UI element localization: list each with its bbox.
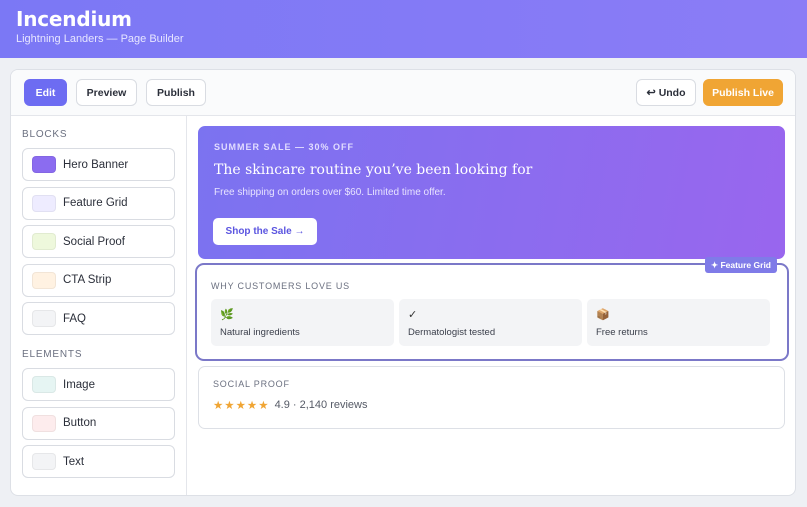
element-item-text[interactable]: Text — [22, 445, 175, 478]
sidebar: BLOCKS Hero Banner Feature Grid Social Pro… — [11, 116, 187, 495]
block-swatch-icon — [32, 414, 56, 432]
hero-subtitle: Free shipping on orders over $60. Limite… — [214, 187, 446, 198]
block-item-social-proof[interactable]: Social Proof — [22, 225, 175, 258]
hero-eyebrow: SUMMER SALE — 30% OFF — [214, 142, 355, 152]
builder-panel: Edit Preview Publish ↩ Undo Publish Live… — [10, 69, 796, 496]
block-swatch-icon — [32, 271, 56, 289]
block-item-cta-strip[interactable]: CTA Strip — [22, 263, 175, 297]
package-icon: 📦 — [596, 309, 610, 321]
elements-list: Image Button Text — [22, 368, 175, 478]
feature-card-label: Free returns — [596, 327, 648, 338]
hero-banner-block[interactable]: SUMMER SALE — 30% OFF The skincare routi… — [198, 126, 785, 259]
shop-sale-button[interactable]: Shop the Sale → — [213, 218, 317, 245]
feature-cards: 🌿 Natural ingredients ✓ Dermatologist teste… — [211, 299, 773, 346]
feature-card-label: Dermatologist tested — [408, 327, 496, 338]
social-proof-title: SOCIAL PROOF — [213, 379, 290, 389]
app-header: Incendium Lightning Landers — Page Build… — [0, 0, 807, 58]
feature-card[interactable]: 🌿 Natural ingredients — [211, 299, 394, 346]
undo-icon: ↩ — [646, 87, 656, 99]
feature-card[interactable]: 📦 Free returns — [587, 299, 770, 346]
toolbar: Edit Preview Publish ↩ Undo Publish Live — [11, 70, 795, 116]
block-label: CTA Strip — [63, 274, 112, 286]
undo-button[interactable]: ↩ Undo — [636, 79, 696, 106]
hero-title: The skincare routine you’ve been looking… — [214, 162, 533, 178]
app-title: Incendium — [16, 7, 132, 31]
block-swatch-icon — [32, 310, 56, 327]
page-canvas: SUMMER SALE — 30% OFF The skincare routi… — [195, 116, 795, 495]
social-proof-block[interactable]: SOCIAL PROOF ★★★★★ 4.9 · 2,140 reviews — [198, 366, 785, 429]
leaf-icon: 🌿 — [220, 309, 234, 321]
blocks-section-title: BLOCKS — [22, 129, 68, 140]
blocks-list: Hero Banner Feature Grid Social Proof CTA S… — [22, 148, 175, 335]
rating-text: 4.9 · 2,140 reviews — [274, 399, 368, 411]
element-item-button[interactable]: Button — [22, 406, 175, 440]
block-item-feature-grid[interactable]: Feature Grid — [22, 186, 175, 220]
block-label: FAQ — [63, 312, 87, 325]
star-rating-icon: ★★★★★ — [213, 400, 270, 412]
selected-block-tag[interactable]: ✦ Feature Grid — [704, 257, 777, 273]
app-subtitle: Lightning Landers — Page Builder — [16, 33, 184, 45]
publish-live-button[interactable]: Publish Live — [703, 79, 783, 106]
block-label: Text — [63, 455, 85, 468]
block-item-hero-banner[interactable]: Hero Banner — [22, 148, 175, 181]
block-label: Button — [63, 417, 97, 429]
rating-line: ★★★★★ 4.9 · 2,140 reviews — [213, 398, 770, 412]
block-label: Social Proof — [63, 235, 126, 248]
preview-button[interactable]: Preview — [76, 79, 137, 106]
elements-section-title: ELEMENTS — [22, 349, 83, 360]
feature-grid-block[interactable]: ✦ Feature Grid WHY CUSTOMERS LOVE US 🌿 Na… — [195, 257, 789, 361]
block-label: Feature Grid — [63, 197, 128, 209]
check-icon: ✓ — [408, 309, 418, 321]
publish-button[interactable]: Publish — [146, 79, 206, 106]
undo-label: Undo — [658, 86, 686, 99]
feature-card[interactable]: ✓ Dermatologist tested — [399, 299, 582, 346]
block-swatch-icon — [32, 453, 56, 470]
block-label: Hero Banner — [63, 158, 129, 171]
block-swatch-icon — [32, 156, 56, 173]
edit-button[interactable]: Edit — [24, 79, 67, 106]
feature-card-label: Natural ingredients — [220, 327, 300, 338]
block-swatch-icon — [32, 376, 56, 393]
block-label: Image — [63, 378, 95, 391]
element-item-image[interactable]: Image — [22, 368, 175, 401]
block-item-faq[interactable]: FAQ — [22, 302, 175, 335]
block-swatch-icon — [32, 233, 56, 250]
feature-grid-title: WHY CUSTOMERS LOVE US — [211, 281, 350, 291]
block-swatch-icon — [32, 194, 56, 212]
